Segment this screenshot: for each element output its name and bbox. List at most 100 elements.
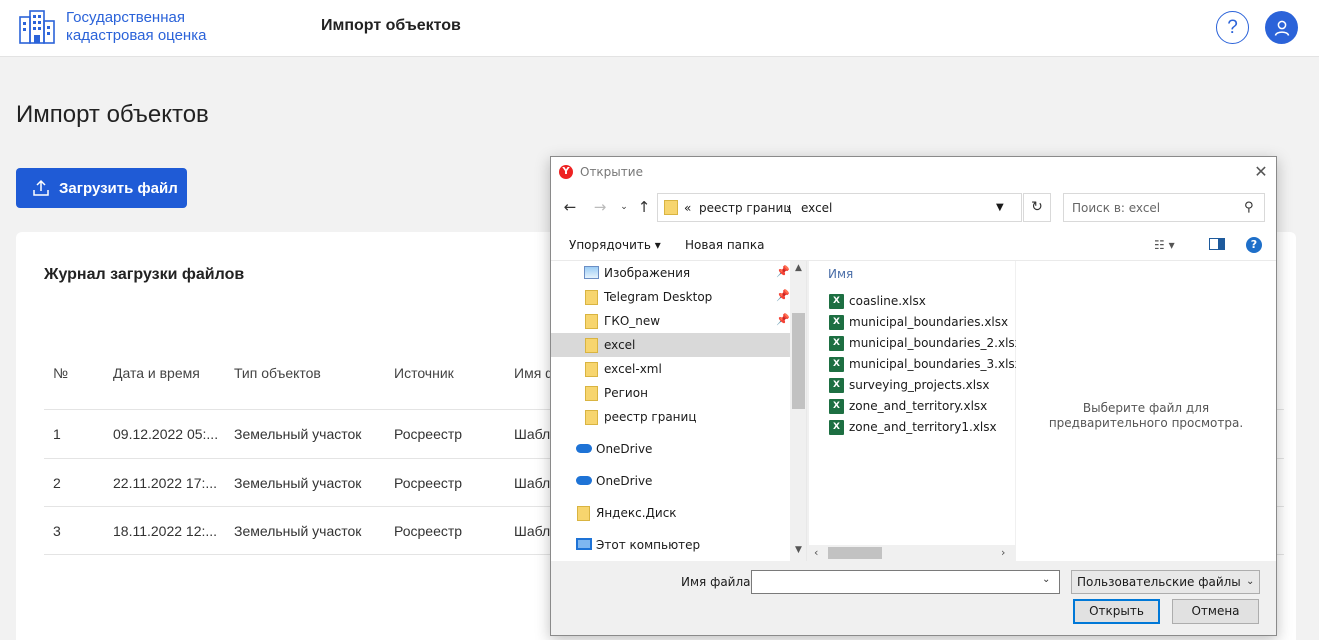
folder-icon bbox=[585, 338, 598, 353]
new-folder-button[interactable]: Новая папка bbox=[685, 238, 764, 252]
cell-number: 3 bbox=[53, 523, 61, 539]
help-button[interactable]: ? bbox=[1216, 11, 1249, 44]
refresh-button[interactable]: ↻ bbox=[1023, 193, 1051, 222]
dialog-footer: Имя файла: ⌄ Пользовательские файлы (*.c… bbox=[551, 561, 1276, 635]
file-list-pane: Имя X coasline.xlsx X municipal_boundari… bbox=[809, 261, 1022, 561]
file-list-scrollbar[interactable]: ‹ › bbox=[809, 545, 1015, 561]
nav-item-telegram-desktop[interactable]: Telegram Desktop 📌 bbox=[551, 285, 790, 309]
upload-file-label: Загрузить файл bbox=[59, 179, 178, 197]
excel-file-icon: X bbox=[829, 357, 844, 372]
nav-item-yandex-disk[interactable]: Яндекс.Диск bbox=[551, 501, 790, 525]
file-name: surveying_projects.xlsx bbox=[849, 378, 990, 392]
building-logo-icon[interactable] bbox=[18, 9, 56, 45]
column-header-name[interactable]: Имя bbox=[828, 267, 853, 281]
search-input[interactable] bbox=[1064, 194, 1236, 221]
filename-input[interactable] bbox=[752, 571, 1037, 593]
breadcrumb-separator[interactable]: › bbox=[786, 201, 791, 215]
forward-arrow-icon[interactable]: → bbox=[591, 198, 609, 216]
nav-item-gko-new[interactable]: ГКО_new 📌 bbox=[551, 309, 790, 333]
view-options-icon[interactable]: ☷ ▾ bbox=[1154, 238, 1175, 252]
user-profile-button[interactable] bbox=[1265, 11, 1298, 44]
nav-item-excel[interactable]: excel bbox=[551, 333, 790, 357]
preview-pane-button[interactable] bbox=[1209, 238, 1225, 253]
scroll-right-icon[interactable]: › bbox=[1001, 546, 1005, 559]
chevron-down-icon[interactable]: ⌄ bbox=[1042, 574, 1050, 585]
dialog-close-button[interactable]: ✕ bbox=[1251, 162, 1271, 182]
excel-file-icon: X bbox=[829, 294, 844, 309]
nav-item-onedrive[interactable]: OneDrive bbox=[551, 469, 790, 493]
address-bar[interactable]: « реестр границ › excel ▼ bbox=[657, 193, 1022, 222]
scroll-left-icon[interactable]: ‹ bbox=[814, 546, 818, 559]
up-arrow-icon[interactable]: ↑ bbox=[635, 198, 653, 216]
folder-icon bbox=[585, 410, 598, 425]
organize-button[interactable]: Упорядочить ▾ bbox=[569, 238, 661, 252]
nav-item-excel-xml[interactable]: excel-xml bbox=[551, 357, 790, 381]
pin-icon: 📌 bbox=[776, 313, 790, 326]
back-arrow-icon[interactable]: ← bbox=[561, 198, 579, 216]
folder-icon bbox=[664, 200, 678, 215]
file-item[interactable]: X municipal_boundaries_3.xlsx bbox=[829, 354, 1022, 375]
file-name: zone_and_territory.xlsx bbox=[849, 399, 988, 413]
file-type-filter-value: Пользовательские файлы (*.c bbox=[1077, 575, 1242, 589]
file-item[interactable]: X surveying_projects.xlsx bbox=[829, 375, 1015, 396]
breadcrumb-parent[interactable]: реестр границ bbox=[699, 201, 792, 215]
excel-file-icon: X bbox=[829, 315, 844, 330]
file-item[interactable]: X coasline.xlsx bbox=[829, 291, 1015, 312]
column-header-datetime[interactable]: Дата и время bbox=[113, 365, 200, 381]
nav-item-onedrive[interactable]: OneDrive bbox=[551, 437, 790, 461]
navigation-scrollbar[interactable]: ▲ ▼ bbox=[790, 261, 806, 561]
yandex-browser-icon: Y bbox=[559, 165, 573, 179]
scroll-up-icon[interactable]: ▲ bbox=[790, 263, 806, 277]
file-name: municipal_boundaries.xlsx bbox=[849, 315, 1009, 329]
column-header-object-type[interactable]: Тип объектов bbox=[234, 365, 321, 381]
nav-item-region[interactable]: Регион bbox=[551, 381, 790, 405]
onedrive-icon bbox=[576, 444, 592, 453]
dialog-titlebar[interactable]: Y Открытие ✕ bbox=[551, 157, 1276, 187]
file-type-filter[interactable]: Пользовательские файлы (*.c ⌄ bbox=[1071, 570, 1260, 594]
nav-item-this-pc[interactable]: Этот компьютер bbox=[551, 533, 790, 557]
scrollbar-thumb[interactable] bbox=[792, 313, 805, 409]
folder-icon bbox=[585, 362, 598, 377]
preview-message: Выберите файл для предварительного просм… bbox=[1048, 401, 1244, 430]
column-header-source[interactable]: Источник bbox=[394, 365, 454, 381]
upload-icon bbox=[33, 179, 49, 196]
breadcrumb-current[interactable]: excel bbox=[801, 201, 832, 215]
cell-object-type: Земельный участок bbox=[234, 523, 362, 539]
pin-icon: 📌 bbox=[776, 265, 790, 278]
navigation-pane: Изображения 📌 Telegram Desktop 📌 ГКО_new… bbox=[551, 261, 807, 561]
upload-file-button[interactable]: Загрузить файл bbox=[16, 168, 187, 208]
filename-combobox[interactable]: ⌄ bbox=[751, 570, 1060, 594]
search-box[interactable]: ⚲ bbox=[1063, 193, 1265, 222]
brand-name[interactable]: Государственная кадастровая оценка bbox=[66, 9, 206, 45]
excel-file-icon: X bbox=[829, 399, 844, 414]
cell-number: 2 bbox=[53, 475, 61, 491]
breadcrumb-overflow[interactable]: « bbox=[684, 201, 691, 215]
search-icon[interactable]: ⚲ bbox=[1244, 200, 1254, 215]
scrollbar-thumb[interactable] bbox=[828, 547, 882, 559]
nav-item-registry-borders[interactable]: реестр границ bbox=[551, 405, 790, 429]
chevron-down-icon[interactable]: ⌄ bbox=[1246, 576, 1254, 587]
file-item[interactable]: X zone_and_territory.xlsx bbox=[829, 396, 1015, 417]
scroll-down-icon[interactable]: ▼ bbox=[790, 545, 806, 559]
recent-locations-chevron-icon[interactable]: ⌄ bbox=[615, 198, 633, 216]
cell-object-type: Земельный участок bbox=[234, 426, 362, 442]
address-dropdown-icon[interactable]: ▼ bbox=[996, 202, 1004, 213]
file-item[interactable]: X municipal_boundaries.xlsx bbox=[829, 312, 1015, 333]
file-name: municipal_boundaries_3.xlsx bbox=[849, 357, 1022, 371]
nav-item-label: excel-xml bbox=[604, 362, 662, 376]
open-button[interactable]: Открыть bbox=[1073, 599, 1160, 624]
file-item[interactable]: X zone_and_territory1.xlsx bbox=[829, 417, 1015, 438]
user-icon bbox=[1274, 20, 1289, 36]
onedrive-icon bbox=[576, 476, 592, 485]
nav-item-pictures[interactable]: Изображения 📌 bbox=[551, 261, 790, 285]
column-header-number[interactable]: № bbox=[53, 365, 68, 381]
cancel-button[interactable]: Отмена bbox=[1172, 599, 1259, 624]
dialog-help-icon[interactable]: ? bbox=[1246, 237, 1262, 253]
filename-label: Имя файла: bbox=[681, 575, 755, 589]
brand-line-1: Государственная bbox=[66, 9, 185, 26]
cell-filename: Шабл bbox=[514, 475, 551, 491]
cell-source: Росреестр bbox=[394, 426, 463, 442]
nav-item-label: OneDrive bbox=[596, 474, 653, 488]
file-item[interactable]: X municipal_boundaries_2.xlsx bbox=[829, 333, 1022, 354]
header-title: Импорт объектов bbox=[321, 17, 461, 34]
